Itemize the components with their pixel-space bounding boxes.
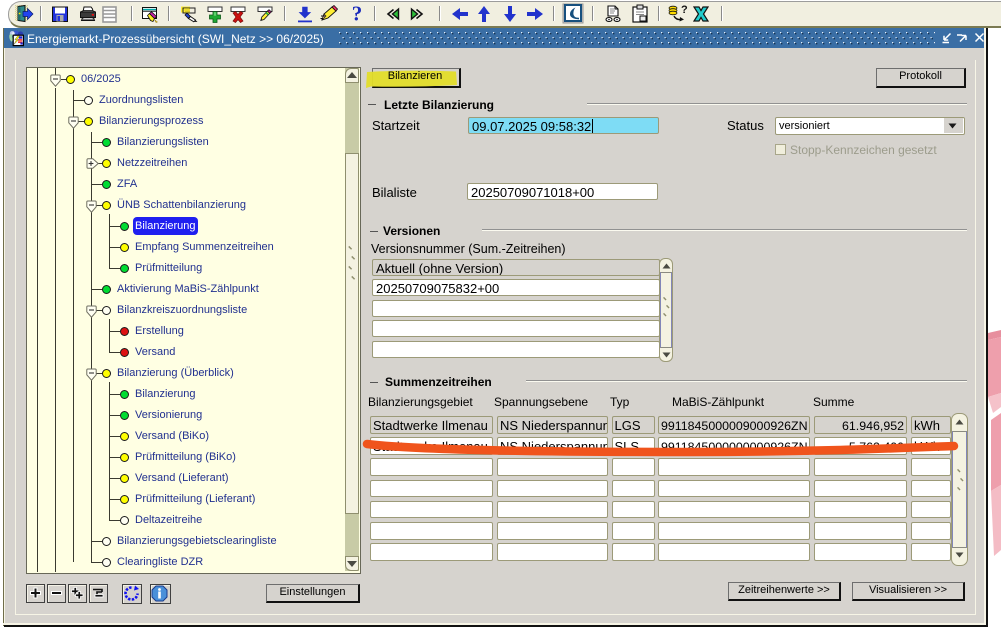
svg-text:?: ? <box>352 2 363 26</box>
svg-text:?: ? <box>681 4 688 16</box>
